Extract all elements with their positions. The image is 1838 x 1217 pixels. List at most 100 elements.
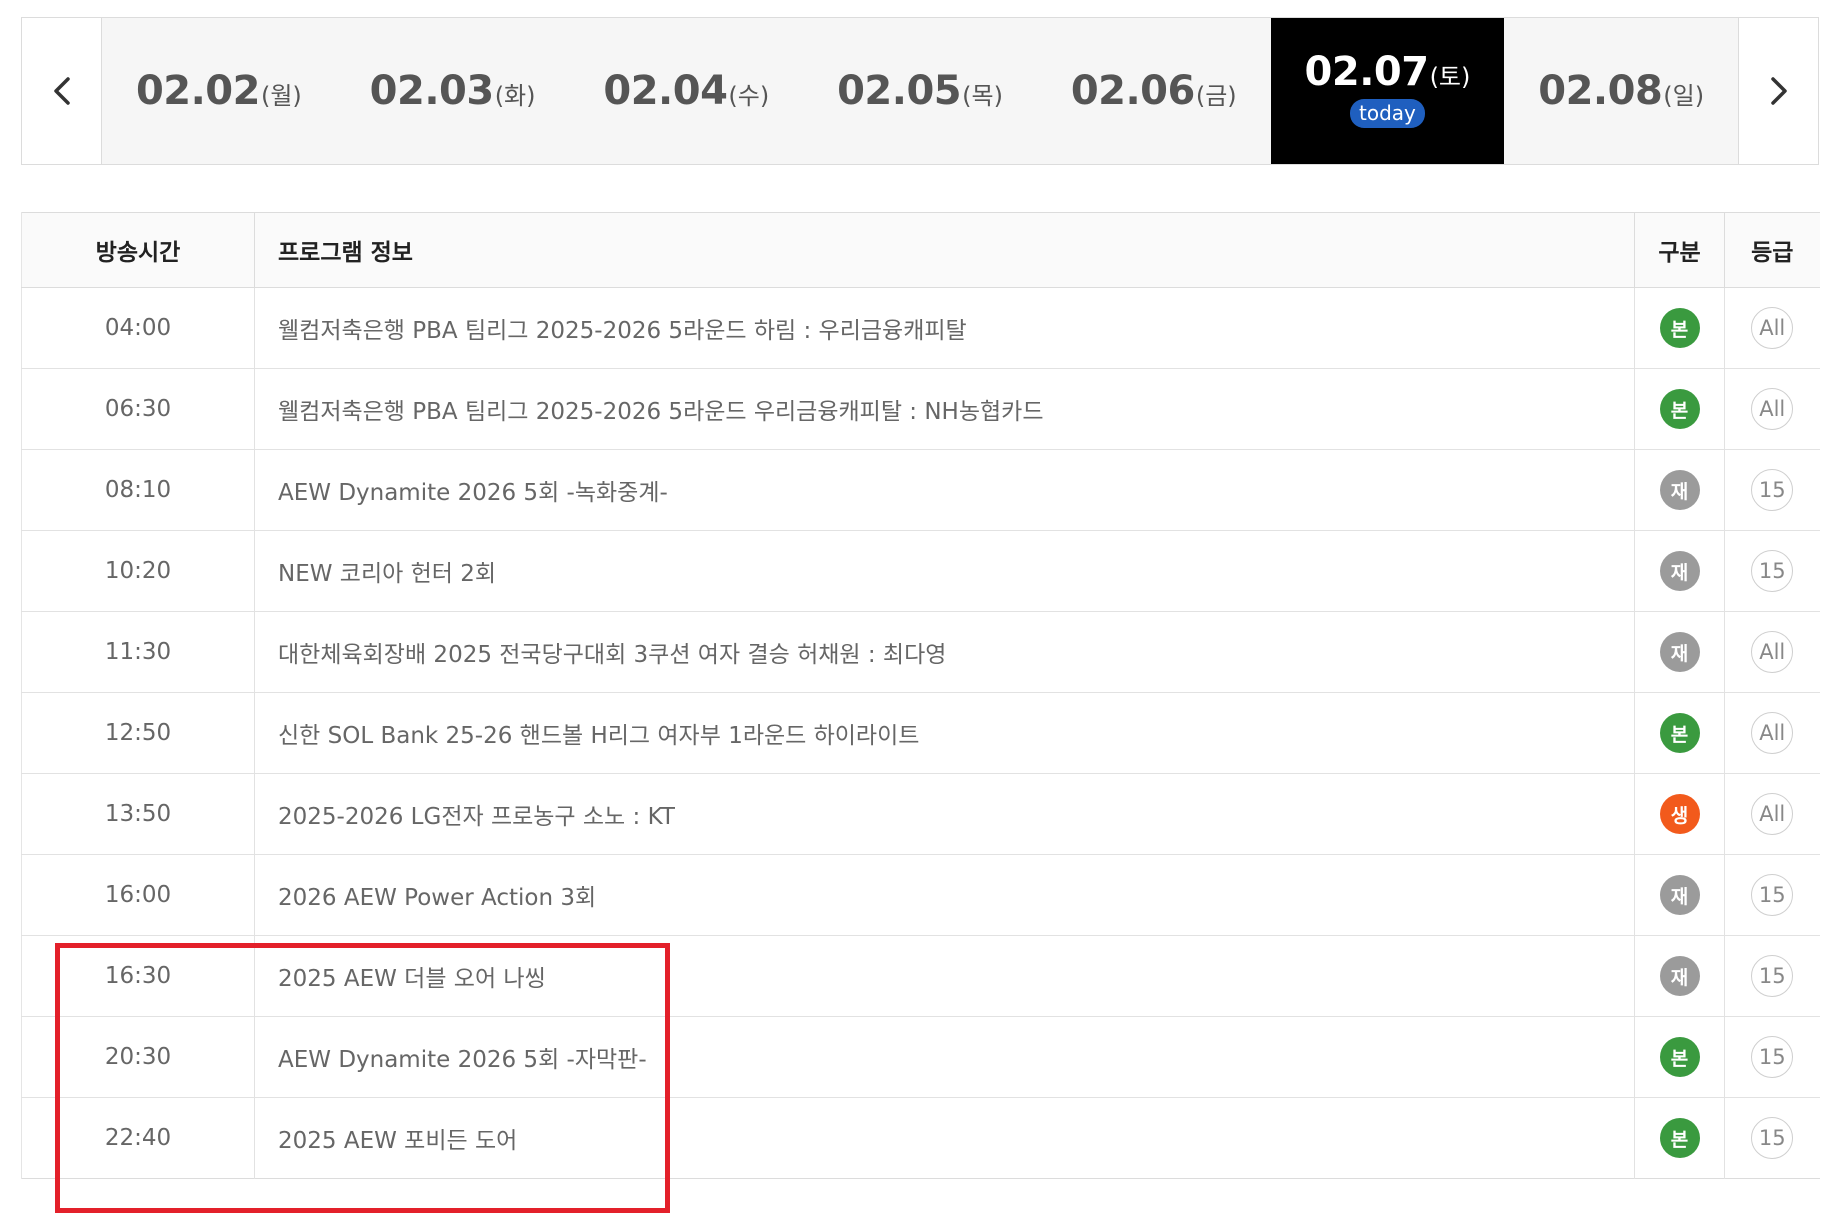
grade-cell: 15 [1724, 935, 1820, 1017]
next-week-button[interactable] [1738, 18, 1818, 164]
type-cell: 재 [1634, 449, 1725, 531]
broadcast-time: 22:40 [21, 1097, 255, 1179]
date-weekday: (금) [1195, 82, 1237, 110]
date-number: 02.07 [1304, 48, 1430, 95]
grade-badge: 15 [1751, 955, 1794, 997]
type-badge: 재 [1659, 470, 1700, 510]
grade-cell: All [1724, 773, 1820, 855]
table-header: 방송시간 프로그램 정보 구분 등급 [21, 212, 1820, 288]
grade-cell: All [1724, 611, 1820, 693]
date-tab[interactable]: 02.05 (목) [803, 18, 1037, 164]
date-tab[interactable]: 02.08 (일) [1504, 18, 1738, 164]
grade-cell: 15 [1724, 1016, 1820, 1098]
type-cell: 본 [1634, 368, 1725, 450]
table-row[interactable]: 20:30 AEW Dynamite 2026 5회 -자막판- 본 15 [21, 1016, 1820, 1098]
date-navigation: 02.02 (월) 02.03 (화) 02.04 (수) 02.05 (목) … [21, 17, 1819, 165]
date-label: 02.06 (금) [1071, 68, 1237, 114]
type-badge: 재 [1659, 632, 1700, 672]
program-title[interactable]: NEW 코리아 헌터 2회 [254, 530, 1635, 612]
grade-badge: 15 [1751, 550, 1794, 592]
program-title[interactable]: 2025 AEW 더블 오어 나씽 [254, 935, 1635, 1017]
type-cell: 재 [1634, 854, 1725, 936]
program-title[interactable]: 2025-2026 LG전자 프로농구 소노 : KT [254, 773, 1635, 855]
program-title[interactable]: AEW Dynamite 2026 5회 -녹화중계- [254, 449, 1635, 531]
date-tab[interactable]: 02.03 (화) [336, 18, 570, 164]
table-row[interactable]: 04:00 웰컴저축은행 PBA 팀리그 2025-2026 5라운드 하림 : … [21, 287, 1820, 369]
type-cell: 재 [1634, 935, 1725, 1017]
program-title[interactable]: 웰컴저축은행 PBA 팀리그 2025-2026 5라운드 하림 : 우리금융캐… [254, 287, 1635, 369]
grade-cell: 15 [1724, 449, 1820, 531]
table-row[interactable]: 12:50 신한 SOL Bank 25-26 핸드볼 H리그 여자부 1라운드 … [21, 692, 1820, 774]
grade-badge: All [1751, 388, 1794, 430]
program-title[interactable]: 대한체육회장배 2025 전국당구대회 3쿠션 여자 결승 허채원 : 최다영 [254, 611, 1635, 693]
date-tab-active[interactable]: 02.07 (토) today [1270, 18, 1505, 164]
broadcast-time: 20:30 [21, 1016, 255, 1098]
grade-cell: 15 [1724, 1097, 1820, 1179]
type-badge: 본 [1659, 389, 1700, 429]
chevron-left-icon [53, 77, 70, 105]
grade-badge: All [1751, 712, 1794, 754]
date-label: 02.04 (수) [603, 68, 769, 114]
table-row[interactable]: 16:30 2025 AEW 더블 오어 나씽 재 15 [21, 935, 1820, 1017]
type-badge: 본 [1659, 308, 1700, 348]
grade-badge: 15 [1751, 1036, 1794, 1078]
broadcast-time: 13:50 [21, 773, 255, 855]
date-weekday: (일) [1663, 82, 1705, 110]
header-type: 구분 [1634, 212, 1725, 288]
schedule-table: 방송시간 프로그램 정보 구분 등급 04:00 웰컴저축은행 PBA 팀리그 2… [21, 212, 1820, 1179]
grade-cell: All [1724, 368, 1820, 450]
date-weekday: (수) [728, 82, 770, 110]
broadcast-time: 11:30 [21, 611, 255, 693]
grade-cell: All [1724, 287, 1820, 369]
broadcast-time: 06:30 [21, 368, 255, 450]
prev-week-button[interactable] [22, 18, 102, 164]
type-badge: 재 [1659, 875, 1700, 915]
broadcast-time: 12:50 [21, 692, 255, 774]
type-cell: 본 [1634, 1016, 1725, 1098]
grade-cell: 15 [1724, 854, 1820, 936]
date-weekday: (월) [260, 82, 302, 110]
grade-badge: 15 [1751, 1117, 1794, 1159]
broadcast-time: 16:30 [21, 935, 255, 1017]
header-title: 프로그램 정보 [254, 212, 1635, 288]
program-title[interactable]: 웰컴저축은행 PBA 팀리그 2025-2026 5라운드 우리금융캐피탈 : … [254, 368, 1635, 450]
program-title[interactable]: 2026 AEW Power Action 3회 [254, 854, 1635, 936]
date-tab[interactable]: 02.02 (월) [102, 18, 336, 164]
date-number: 02.03 [369, 68, 495, 114]
table-row[interactable]: 13:50 2025-2026 LG전자 프로농구 소노 : KT 생 All [21, 773, 1820, 855]
date-number: 02.04 [603, 68, 728, 114]
table-row[interactable]: 06:30 웰컴저축은행 PBA 팀리그 2025-2026 5라운드 우리금융캐… [21, 368, 1820, 450]
grade-cell: 15 [1724, 530, 1820, 612]
type-cell: 재 [1634, 530, 1725, 612]
program-title[interactable]: 신한 SOL Bank 25-26 핸드볼 H리그 여자부 1라운드 하이라이트 [254, 692, 1635, 774]
broadcast-time: 10:20 [21, 530, 255, 612]
table-row[interactable]: 11:30 대한체육회장배 2025 전국당구대회 3쿠션 여자 결승 허채원 :… [21, 611, 1820, 693]
date-weekday: (목) [962, 82, 1003, 110]
type-cell: 본 [1634, 287, 1725, 369]
chevron-right-icon [1770, 77, 1787, 105]
program-title[interactable]: AEW Dynamite 2026 5회 -자막판- [254, 1016, 1635, 1098]
date-label: 02.08 (일) [1538, 68, 1704, 114]
broadcast-time: 08:10 [21, 449, 255, 531]
date-weekday: (토) [1429, 62, 1471, 91]
type-badge: 재 [1659, 551, 1700, 591]
date-weekday: (화) [494, 82, 536, 110]
table-row[interactable]: 08:10 AEW Dynamite 2026 5회 -녹화중계- 재 15 [21, 449, 1820, 531]
date-tab[interactable]: 02.04 (수) [569, 18, 803, 164]
grade-badge: All [1751, 307, 1794, 349]
type-badge: 본 [1659, 1118, 1700, 1158]
type-cell: 본 [1634, 692, 1725, 774]
table-row[interactable]: 16:00 2026 AEW Power Action 3회 재 15 [21, 854, 1820, 936]
program-title[interactable]: 2025 AEW 포비든 도어 [254, 1097, 1635, 1179]
table-row[interactable]: 10:20 NEW 코리아 헌터 2회 재 15 [21, 530, 1820, 612]
type-cell: 본 [1634, 1097, 1725, 1179]
type-badge: 생 [1659, 794, 1700, 834]
broadcast-time: 04:00 [21, 287, 255, 369]
table-row[interactable]: 22:40 2025 AEW 포비든 도어 본 15 [21, 1097, 1820, 1179]
date-tab[interactable]: 02.06 (금) [1037, 18, 1271, 164]
type-badge: 본 [1659, 713, 1700, 753]
grade-cell: All [1724, 692, 1820, 774]
date-list: 02.02 (월) 02.03 (화) 02.04 (수) 02.05 (목) … [102, 18, 1738, 164]
date-number: 02.06 [1070, 68, 1196, 114]
today-badge: today [1350, 98, 1425, 128]
